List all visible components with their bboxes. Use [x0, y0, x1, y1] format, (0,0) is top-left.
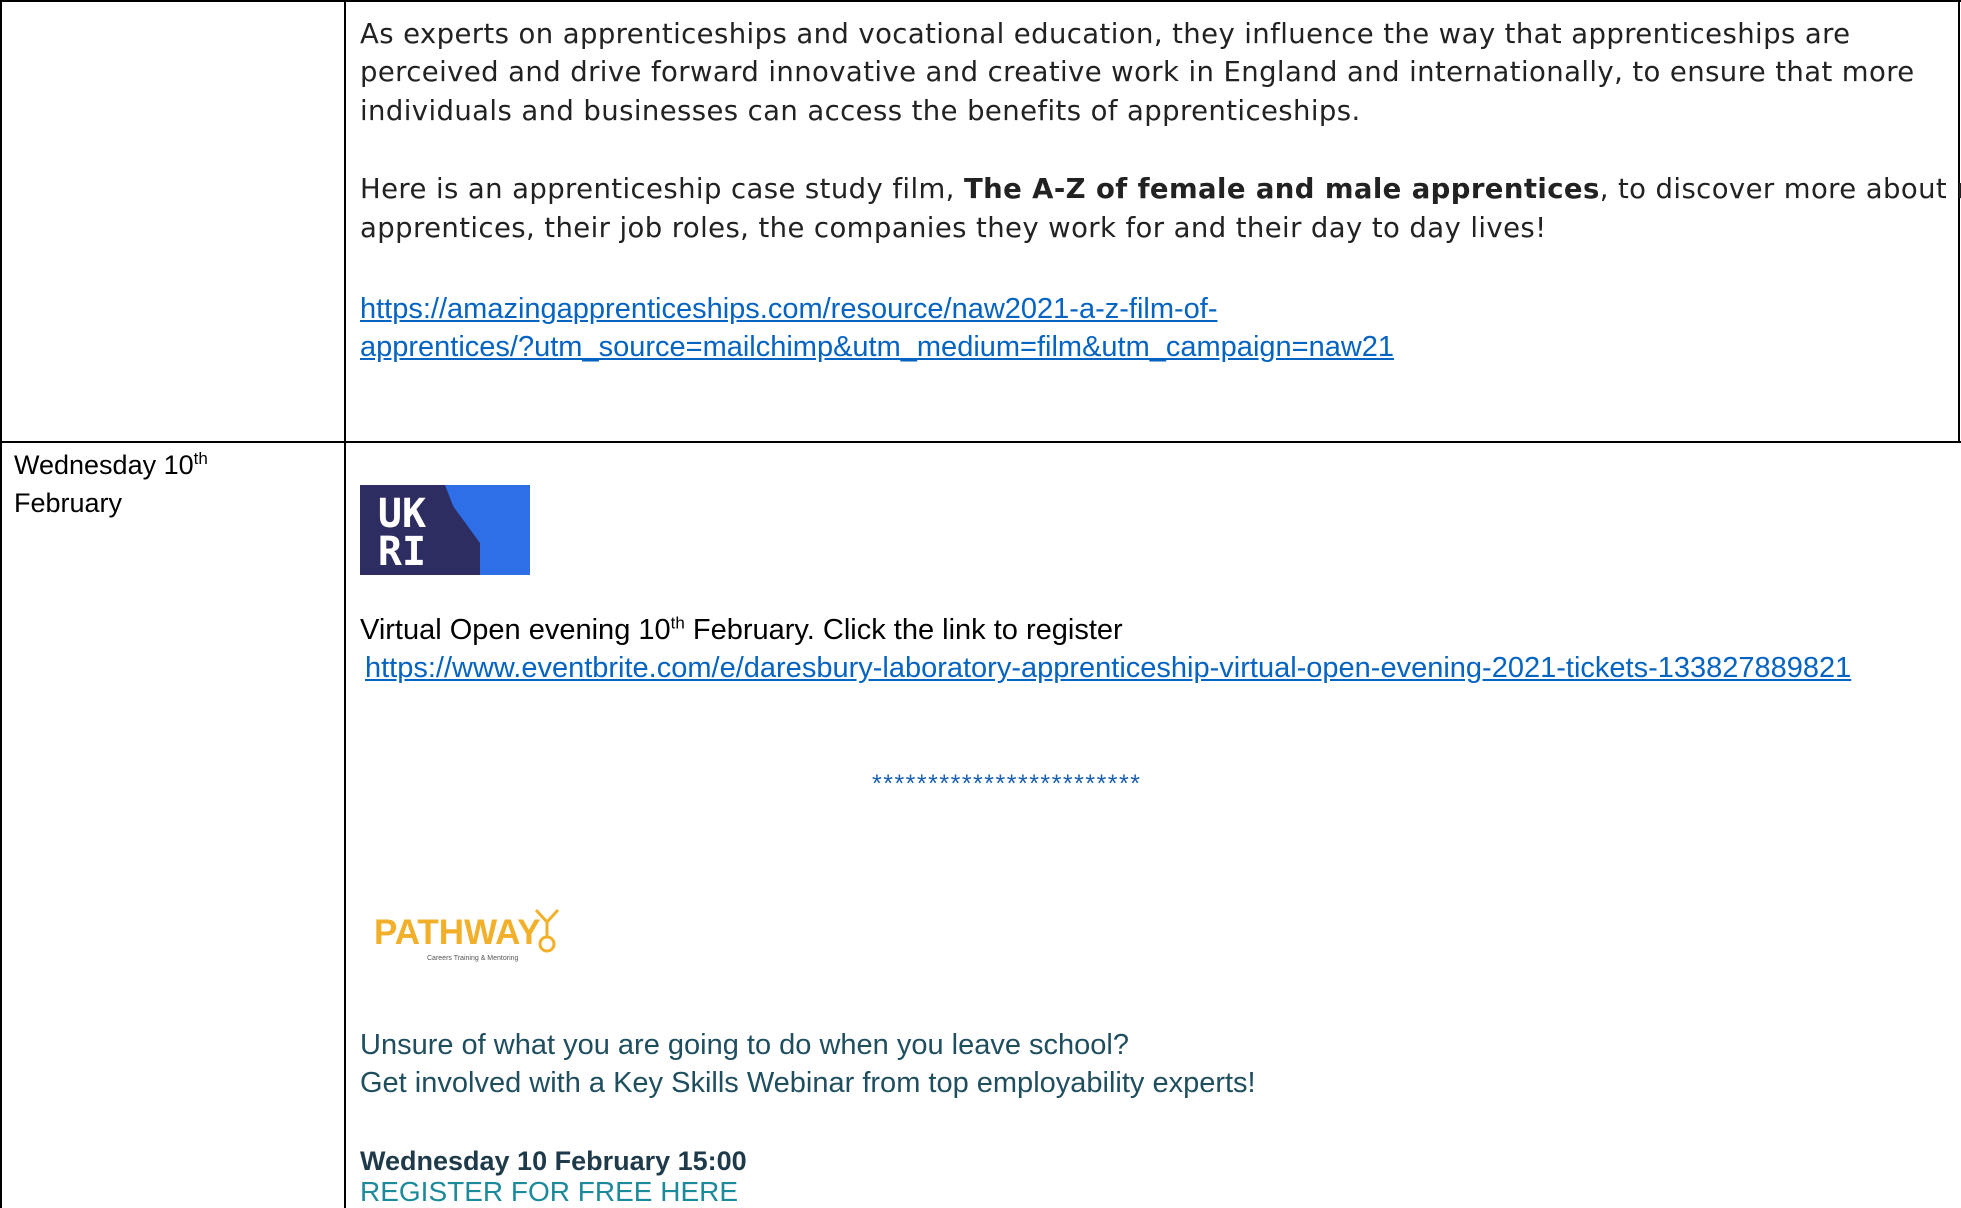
- table-right-border: [1958, 0, 1960, 442]
- unsure-line-2: Get involved with a Key Skills Webinar f…: [360, 1067, 1256, 1099]
- date-month: February: [14, 488, 123, 518]
- film-paragraph-text-end: , to discover more about real: [1599, 173, 1961, 205]
- pathway-logo-tagline: Careers Training & Mentoring: [427, 955, 519, 962]
- date-day: Wednesday 10: [14, 450, 194, 480]
- date-cell: Wednesday 10th February: [14, 446, 208, 522]
- open-evening-text-start: Virtual Open evening 10: [360, 614, 671, 646]
- ukri-logo-bottom-text: RI: [378, 529, 426, 575]
- film-paragraph-line-1: Here is an apprenticeship case study fil…: [360, 173, 1961, 205]
- film-paragraph-line-2: apprentices, their job roles, the compan…: [360, 212, 1547, 244]
- webinar-date: Wednesday 10 February 15:00: [360, 1146, 747, 1176]
- amazing-apprenticeships-link[interactable]: https://amazingapprenticeships.com/resou…: [360, 290, 1394, 366]
- date-ordinal: th: [193, 449, 208, 468]
- eventbrite-link[interactable]: https://www.eventbrite.com/e/daresbury-l…: [365, 652, 1851, 685]
- separator-asterisks: ************************: [872, 770, 1142, 798]
- film-paragraph-text: Here is an apprenticeship case study fil…: [360, 173, 964, 205]
- date-line-1: Wednesday 10th: [14, 446, 208, 484]
- film-title: The A-Z of female and male apprentices: [963, 173, 1600, 205]
- intro-paragraph-line-1: As experts on apprenticeships and vocati…: [360, 18, 1851, 50]
- open-evening-text: Virtual Open evening 10th February. Clic…: [360, 614, 1123, 647]
- open-evening-text-end: February. Click the link to register: [684, 614, 1123, 646]
- table-top-border: [0, 0, 1961, 2]
- pathway-logo: PATHWAY Careers Training & Mentoring: [372, 904, 567, 966]
- table-left-border: [0, 0, 2, 1208]
- intro-paragraph-line-2: perceived and drive forward innovative a…: [360, 56, 1915, 88]
- intro-paragraph-line-3: individuals and businesses can access th…: [360, 95, 1361, 127]
- link-line-1[interactable]: https://amazingapprenticeships.com/resou…: [360, 290, 1394, 328]
- pathway-logo-graphic: PATHWAY Careers Training & Mentoring: [374, 908, 560, 962]
- pathway-logo-text: PATHWAY: [374, 913, 541, 952]
- table-column-divider: [344, 0, 346, 1208]
- ukri-logo-graphic: UK RI: [360, 485, 530, 575]
- register-link[interactable]: REGISTER FOR FREE HERE: [360, 1176, 738, 1208]
- ukri-logo: UK RI: [360, 485, 530, 575]
- open-evening-ordinal: th: [670, 613, 685, 633]
- link-line-2[interactable]: apprentices/?utm_source=mailchimp&utm_me…: [360, 328, 1394, 366]
- table-row-divider: [0, 441, 1961, 443]
- unsure-line-1: Unsure of what you are going to do when …: [360, 1029, 1129, 1061]
